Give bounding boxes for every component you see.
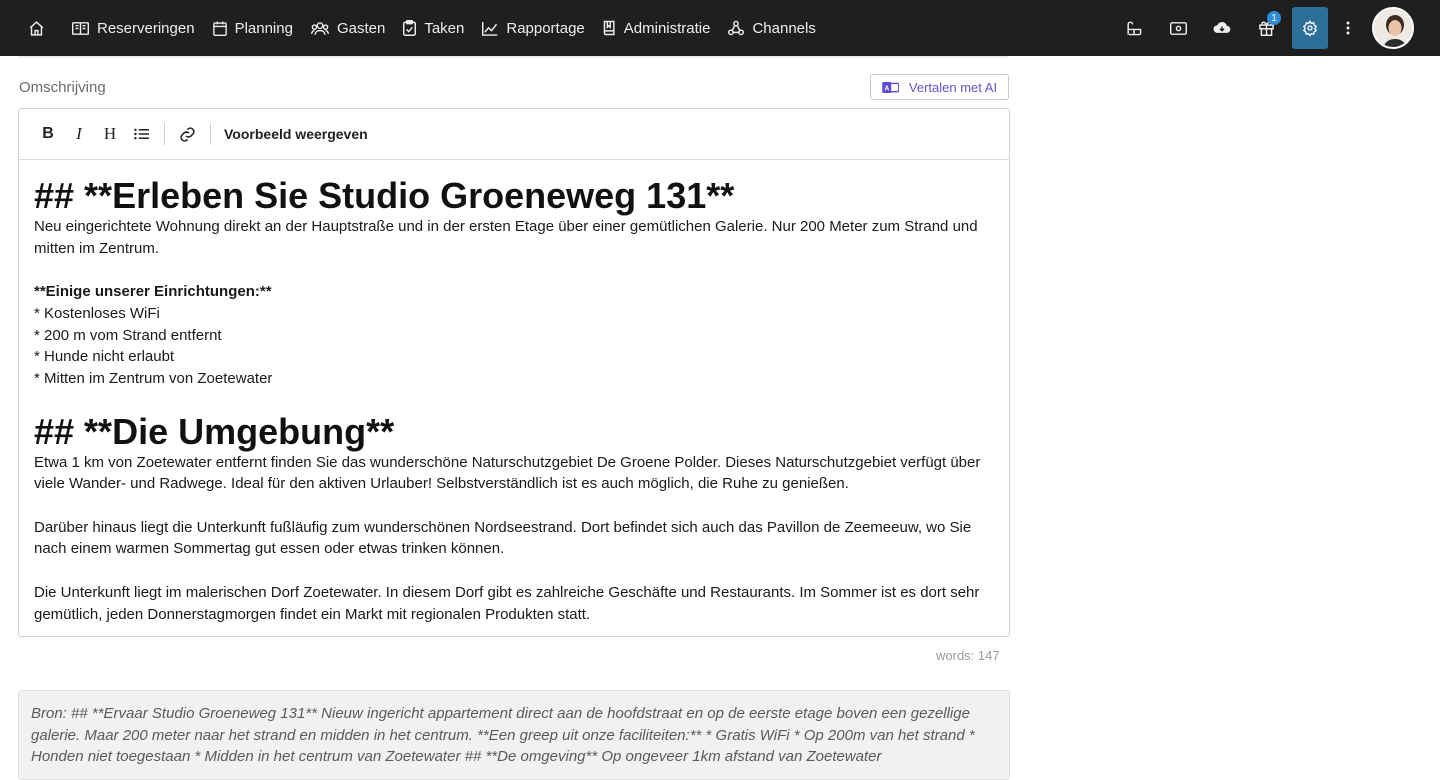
user-avatar[interactable] xyxy=(1372,7,1414,49)
chart-line-icon xyxy=(482,21,498,36)
italic-icon: I xyxy=(76,124,82,143)
source-text-box: Bron: ## **Ervaar Studio Groeneweg 131**… xyxy=(18,690,1010,780)
content-heading-2: ## **Die Umgebung** xyxy=(34,410,395,452)
money-icon xyxy=(1169,21,1187,35)
kebab-menu-icon xyxy=(1346,21,1350,35)
gift-count-badge: 1 xyxy=(1267,11,1281,25)
nav-planning[interactable]: Planning xyxy=(212,19,293,37)
map-book-icon xyxy=(72,21,89,35)
italic-button[interactable]: I xyxy=(64,119,94,149)
bed-sink-icon xyxy=(1127,21,1142,36)
editor-toolbar: B I H Voorbeeld weergeven xyxy=(19,109,1009,160)
toolbar-separator xyxy=(164,123,165,145)
section-divider xyxy=(18,56,1008,58)
top-right-tools: 1 xyxy=(1108,0,1414,56)
home-button[interactable] xyxy=(18,10,54,46)
nav-channels[interactable]: Channels xyxy=(728,19,816,37)
payments-button[interactable] xyxy=(1160,8,1196,48)
content-paragraph-1: Neu eingerichtete Wohnung direkt an der … xyxy=(34,218,978,257)
more-menu-button[interactable] xyxy=(1336,8,1360,48)
facilities-title: **Einige unserer Einrichtungen:** xyxy=(34,283,272,301)
cleaning-button[interactable] xyxy=(1116,8,1152,48)
nav-planning-label: Planning xyxy=(234,19,293,37)
share-icon xyxy=(728,20,745,36)
svg-text:A: A xyxy=(884,85,889,92)
markdown-editor: B I H Voorbeeld weergeven ## **Erleben S… xyxy=(18,108,1010,637)
nav-reserveringen-label: Reserveringen xyxy=(97,19,195,37)
nav-gasten[interactable]: Gasten xyxy=(310,19,386,37)
content-paragraph-2: Etwa 1 km von Zoetewater entfernt finden… xyxy=(34,453,981,493)
gear-icon xyxy=(1302,20,1318,36)
bold-button[interactable]: B xyxy=(33,119,63,149)
list-icon xyxy=(133,128,149,140)
clipboard-icon xyxy=(403,20,417,36)
nav-channels-label: Channels xyxy=(752,19,816,37)
link-button[interactable] xyxy=(172,119,202,149)
translate-ai-label: Vertalen met AI xyxy=(908,79,998,95)
bold-icon: B xyxy=(42,125,54,142)
nav-rapportage[interactable]: Rapportage xyxy=(482,19,585,37)
description-label: Omschrijving xyxy=(19,79,106,96)
users-icon xyxy=(310,21,329,35)
facility-item: * Kostenloses WiFi xyxy=(34,304,160,322)
settings-button[interactable] xyxy=(1292,7,1328,49)
nav-rapportage-label: Rapportage xyxy=(506,19,585,37)
nav-reserveringen[interactable]: Reserveringen xyxy=(72,20,195,37)
content-paragraph-4: Die Unterkunft liegt im malerischen Dorf… xyxy=(34,583,980,623)
nav-taken-label: Taken xyxy=(424,19,465,37)
content-paragraph-3: Darüber hinaus liegt die Unterkunft fußl… xyxy=(34,518,972,558)
link-icon xyxy=(179,126,195,142)
nav-administratie-label: Administratie xyxy=(623,19,711,37)
book-icon xyxy=(603,20,615,36)
top-navigation-bar: Reserveringen Planning Gasten Taken Rapp… xyxy=(0,0,1440,56)
translate-icon: A xyxy=(882,81,899,93)
facility-item: * Mitten im Zentrum von Zoetewater xyxy=(34,369,273,387)
nav-gasten-label: Gasten xyxy=(336,19,386,37)
cloud-download-button[interactable] xyxy=(1204,8,1240,48)
user-portrait-icon xyxy=(1374,9,1412,47)
facility-item: * 200 m vom Strand entfernt xyxy=(34,326,222,344)
nav-administratie[interactable]: Administratie xyxy=(603,19,711,37)
gifts-button[interactable]: 1 xyxy=(1248,8,1284,48)
editor-content[interactable]: ## **Erleben Sie Studio Groeneweg 131** … xyxy=(19,160,1009,625)
toolbar-separator xyxy=(210,123,211,145)
content-heading-1: ## **Erleben Sie Studio Groeneweg 131** xyxy=(34,175,735,216)
word-count: words: 147 xyxy=(936,648,1000,663)
heading-icon: H xyxy=(103,124,117,143)
cloud-download-icon xyxy=(1213,21,1231,33)
home-icon xyxy=(29,20,43,36)
preview-toggle-button[interactable]: Voorbeeld weergeven xyxy=(224,126,368,142)
calendar-icon xyxy=(212,21,227,36)
heading-button[interactable]: H xyxy=(95,119,125,149)
nav-taken[interactable]: Taken xyxy=(403,20,464,37)
bullet-list-button[interactable] xyxy=(126,119,156,149)
translate-ai-button[interactable]: A Vertalen met AI xyxy=(870,74,1009,100)
facility-item: * Hunde nicht erlaubt xyxy=(34,348,175,366)
